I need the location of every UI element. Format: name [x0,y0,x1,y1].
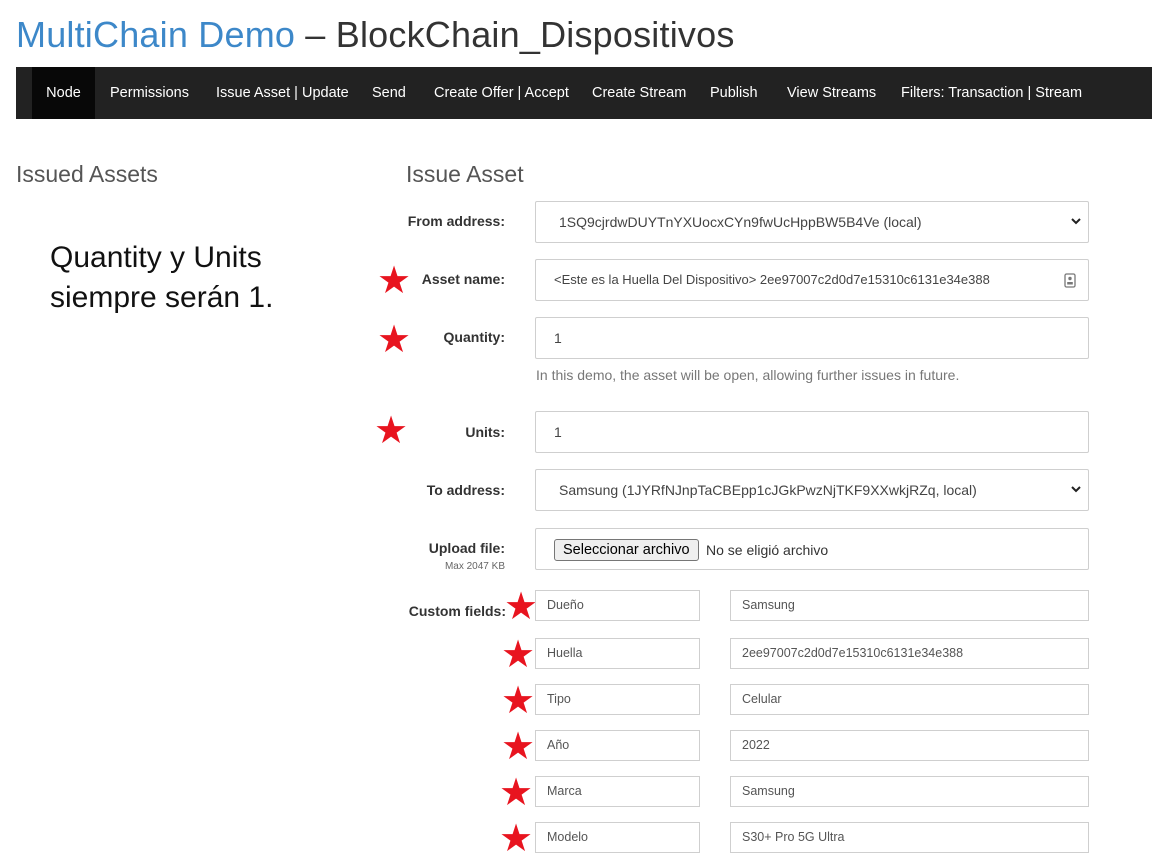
star-icon: ★ [377,319,412,361]
nav-item-filters[interactable]: Filters: Transaction | Stream [901,67,1082,119]
annotation-line-2: siempre serán 1. [50,281,274,314]
main-nav: Node Permissions Issue Asset | Update Se… [16,67,1152,119]
star-icon: ★ [501,634,536,676]
nav-item-issue-asset[interactable]: Issue Asset | Update [216,67,349,119]
star-icon: ★ [377,260,412,302]
quantity-input[interactable]: 1 [535,317,1089,359]
choose-file-button[interactable]: Seleccionar archivo [554,539,699,561]
issue-asset-title: Issue Asset [406,161,524,187]
custom-field-key[interactable]: Modelo [535,822,700,853]
chevron-down-icon [1071,486,1081,493]
custom-field-value[interactable]: Samsung [730,776,1089,807]
custom-field-value[interactable]: S30+ Pro 5G Ultra [730,822,1089,853]
nav-item-send[interactable]: Send [372,67,406,119]
custom-field-value[interactable]: 2ee97007c2d0d7e15310c6131e34e388 [730,638,1089,669]
brand-title[interactable]: MultiChain Demo [16,14,295,55]
page-title: MultiChain Demo – BlockChain_Dispositivo… [16,12,735,58]
star-icon: ★ [499,772,534,814]
custom-fields-label: Custom fields: [408,603,506,619]
annotation-line-1: Quantity y Units [50,241,262,274]
to-address-label: To address: [426,482,505,498]
quantity-value: 1 [554,330,562,346]
quantity-label: Quantity: [443,329,505,345]
custom-field-key[interactable]: Huella [535,638,700,669]
star-icon: ★ [501,680,536,722]
asset-name-label: Asset name: [421,271,505,287]
custom-field-key[interactable]: Marca [535,776,700,807]
custom-field-key[interactable]: Tipo [535,684,700,715]
asset-name-value: <Este es la Huella Del Dispositivo> 2ee9… [554,272,990,287]
units-input[interactable]: 1 [535,411,1089,453]
custom-field-value[interactable]: Celular [730,684,1089,715]
from-address-select[interactable]: 1SQ9cjrdwDUYTnYXUocxCYn9fwUcHppBW5B4Ve (… [535,201,1089,243]
upload-file-field: Seleccionar archivo No se eligió archivo [535,528,1089,570]
upload-file-label: Upload file: [428,540,505,556]
from-address-label: From address: [407,213,505,229]
custom-field-value[interactable]: Samsung [730,590,1089,621]
star-icon: ★ [501,726,536,768]
custom-field-key[interactable]: Año [535,730,700,761]
star-icon: ★ [504,586,539,628]
chain-name: BlockChain_Dispositivos [335,14,735,55]
nav-item-node[interactable]: Node [32,67,95,119]
from-address-value: 1SQ9cjrdwDUYTnYXUocxCYn9fwUcHppBW5B4Ve (… [559,214,922,230]
nav-item-permissions[interactable]: Permissions [110,67,189,119]
nav-item-view-streams[interactable]: View Streams [787,67,876,119]
units-label: Units: [465,424,505,440]
to-address-value: Samsung (1JYRfNJnpTaCBEpp1cJGkPwzNjTKF9X… [559,482,977,498]
custom-field-key[interactable]: Dueño [535,590,700,621]
file-status: No se eligió archivo [706,542,829,558]
custom-field-value[interactable]: 2022 [730,730,1089,761]
star-icon: ★ [499,818,534,860]
title-separator: – [295,14,336,55]
annotation-note: Quantity y Units siempre serán 1. [50,238,273,318]
issued-assets-title: Issued Assets [16,161,158,187]
chevron-down-icon [1071,218,1081,225]
star-icon: ★ [374,410,409,452]
upload-size-limit: Max 2047 KB [444,561,505,572]
nav-item-create-stream[interactable]: Create Stream [592,67,686,119]
contact-card-icon[interactable] [1064,273,1076,288]
asset-name-input[interactable]: <Este es la Huella Del Dispositivo> 2ee9… [535,259,1089,301]
nav-item-publish[interactable]: Publish [710,67,758,119]
to-address-select[interactable]: Samsung (1JYRfNJnpTaCBEpp1cJGkPwzNjTKF9X… [535,469,1089,511]
nav-item-create-offer[interactable]: Create Offer | Accept [434,67,569,119]
quantity-help-text: In this demo, the asset will be open, al… [536,367,960,383]
units-value: 1 [554,424,562,440]
